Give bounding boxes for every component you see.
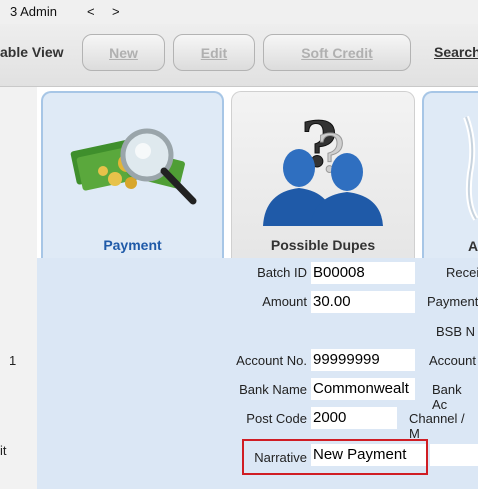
payment-label: Payment (427, 294, 478, 309)
forward-arrow-button[interactable]: > (112, 4, 120, 19)
post-code-label: Post Code (246, 411, 307, 426)
account-no-label: Account No. (236, 353, 307, 368)
new-button[interactable]: New (82, 34, 165, 71)
tile-payment[interactable]: Payment (41, 91, 224, 258)
search-button[interactable]: Search (434, 44, 478, 60)
channel-label: Channel / M (409, 411, 465, 441)
window-title: 3 Admin (10, 4, 57, 19)
left-panel-item[interactable]: it (0, 443, 7, 458)
receipt-label: Recei (446, 265, 478, 280)
soft-credit-button[interactable]: Soft Credit (263, 34, 411, 71)
tile-partial-label: A (468, 238, 478, 254)
money-magnifier-icon (70, 128, 197, 205)
tile-possible-dupes[interactable]: ? ? Possible Dupes (231, 91, 415, 258)
account-no-field[interactable]: 99999999 (311, 349, 415, 371)
toolbar: able View New Edit Soft Credit Search (0, 24, 478, 87)
bank-account-label: Bank Ac (432, 382, 462, 412)
account-label: Account (429, 353, 476, 368)
edit-button[interactable]: Edit (173, 34, 255, 71)
tile-possible-dupes-label: Possible Dupes (270, 237, 376, 253)
partial-icon (463, 115, 478, 221)
top-nav-bar: 3 Admin < > (0, 0, 478, 24)
tile-payment-label: Payment (103, 237, 162, 253)
amount-field[interactable]: 30.00 (311, 291, 415, 313)
amount-label: Amount (262, 294, 307, 309)
batch-id-label: Batch ID (257, 265, 307, 280)
narrative-highlight (242, 439, 428, 475)
left-panel: 1 it (0, 87, 38, 489)
narrative-field-extension[interactable] (430, 444, 478, 466)
post-code-field[interactable]: 2000 (311, 407, 397, 429)
tile-partial[interactable]: A (422, 91, 478, 258)
table-view-button[interactable]: able View (0, 44, 64, 60)
back-arrow-button[interactable]: < (87, 4, 95, 19)
batch-id-field[interactable]: B00008 (311, 262, 415, 284)
bank-name-field[interactable]: Commonwealt (311, 378, 415, 400)
left-panel-item[interactable]: 1 (9, 353, 16, 368)
bank-name-label: Bank Name (239, 382, 307, 397)
bsb-label: BSB N (436, 324, 476, 339)
question-people-icon: ? ? (263, 108, 383, 226)
